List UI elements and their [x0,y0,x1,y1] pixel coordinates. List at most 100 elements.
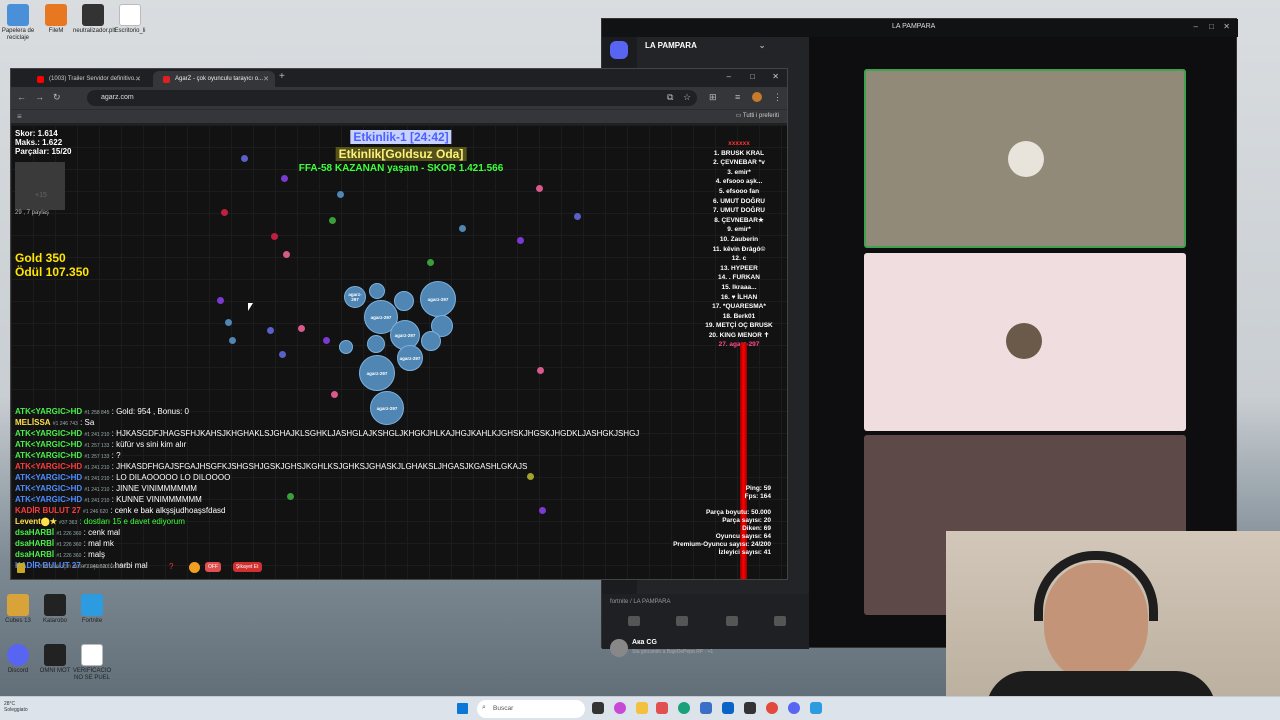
chat-message: ATK<YARGIC>HD #1 258 845 : Gold: 954 , B… [15,407,735,418]
app-icon-3[interactable] [744,702,756,714]
desktop-icon-escritorio[interactable]: Escritorio_li [110,4,150,35]
chat-sender[interactable]: KADİR BULUT 27 [15,506,81,515]
chat-message: ATK<YARGIC>HD #1 241 210 : HJKASGDFJHAGS… [15,429,735,440]
menu-icon[interactable]: ⋮ [773,92,782,103]
app-icon-2[interactable] [678,702,690,714]
desktop-icon-neutralizador[interactable]: neutralizador.plt [73,4,115,35]
desktop-icon-filem[interactable]: FileM [36,4,76,35]
url-field[interactable]: agarz.com [87,90,697,106]
chat-text: : JHKASDFHGAJSFGAJHSGFKJSHGSHJGSKJGHSJKG… [111,462,528,471]
pellet [241,155,248,162]
username[interactable]: Ака CG [632,639,657,646]
chrome-icon[interactable] [766,702,778,714]
chat-rank: #1 226 360 [56,542,82,548]
chat-sender[interactable]: dsaHARBİ [15,550,54,559]
chat-message: dsaHARBİ #1 226 360 : cenk mal [15,528,735,539]
game-canvas[interactable]: Skor: 1.614 Maks.: 1.622 Parçalar: 15/20… [11,125,787,579]
desktop-icon-omni[interactable]: OMNI MOT [35,644,75,675]
desktop-icon-fortnite[interactable]: Fortnite [72,594,112,625]
avatar[interactable] [610,639,628,657]
chat-sender[interactable]: ATK<YARGIC>HD [15,495,82,504]
activity-icon[interactable] [676,616,688,626]
chat-sender[interactable]: ATK<YARGIC>HD [15,473,82,482]
file-explorer-icon[interactable] [636,702,648,714]
taskbar: 28°C Soleggiato ⌕ Buscar [0,696,1280,720]
taskbar-search[interactable]: ⌕ Buscar [477,700,585,718]
chat-sender[interactable]: dsaHARBİ [15,528,54,537]
minimize-icon[interactable]: – [1194,22,1198,31]
extensions-icon[interactable]: ⊞ [709,92,717,103]
desktop-icon-recycle-bin[interactable]: Papelera de reciclaje [0,4,38,42]
chevron-down-icon[interactable]: ⌄ [759,41,766,50]
server-stat: Diken: 69 [742,525,771,532]
close-icon[interactable]: ✕ [135,75,141,83]
server-stats: Ping: 59 Fps: 164 Parça boyutu: 50.000 Parç… [673,485,771,557]
reload-icon[interactable]: ↻ [53,92,61,103]
copilot-icon[interactable] [614,702,626,714]
video-tile-1[interactable] [864,69,1186,248]
chat-sender[interactable]: Levent⬤★ [15,517,57,526]
leaderboard-entry: 13. HYPEER [720,264,758,272]
desktop-icon-kalarobo[interactable]: Kalarobo [35,594,75,625]
media-icon[interactable]: ≡ [735,92,740,102]
pellet [337,191,344,198]
tab-youtube[interactable]: (1003) Trailer Servidor definitivo... ✕ [27,71,147,87]
chat-log: ATK<YARGIC>HD #1 258 845 : Gold: 954 , B… [15,407,735,572]
windows-start-icon[interactable] [457,703,468,714]
chat-sender[interactable]: dsaHARBİ [15,539,54,548]
event-room-banner: Etkinlik[Goldsuz Oda] [335,147,467,161]
outlook-icon[interactable] [722,702,734,714]
chat-sender[interactable]: ATK<YARGIC>HD [15,484,82,493]
tab-agarz[interactable]: AgarZ - çok oyunculu tarayıcı o... ✕ [153,71,275,87]
chat-sender[interactable]: MELİSSA [15,418,51,427]
chat-text: : Gold: 954 , Bonus: 0 [111,407,190,416]
translate-icon[interactable]: ⧉ [667,92,673,103]
minimize-button[interactable]: – [727,72,731,81]
forward-icon[interactable]: → [35,92,44,102]
chat-sender[interactable]: ATK<YARGIC>HD [15,440,82,449]
discord-window-title: LA PAMPARA [892,23,936,30]
chat-input[interactable]: Yazmak için enter tuşuna basınız [39,564,127,570]
bookmark-star-icon[interactable]: ☆ [683,92,691,103]
chat-sender[interactable]: ATK<YARGIC>HD [15,462,82,471]
store-icon[interactable] [700,702,712,714]
chat-message: dsaHARBİ #1 226 360 : mal mk [15,539,735,550]
chat-sender[interactable]: ATK<YARGIC>HD [15,451,82,460]
sidebar-menu-icon[interactable]: ≡ [17,112,22,121]
back-icon[interactable]: ← [17,92,26,102]
profile-icon[interactable] [752,92,762,102]
help-icon[interactable]: ? [169,562,173,571]
chat-sender[interactable]: ATK<YARGIC>HD [15,407,82,416]
avatar [1008,141,1044,177]
close-icon[interactable]: ✕ [1223,22,1230,31]
emoji-icon[interactable] [189,562,200,573]
search-icon: ⌕ [482,704,486,711]
trash-icon[interactable] [17,563,25,573]
new-tab-button[interactable]: + [279,71,285,82]
app-icon-4[interactable] [810,702,822,714]
desktop-icon-cubes[interactable]: Cubes 13 [0,594,38,625]
chat-toggle[interactable]: OFF [205,562,221,572]
parts-label: Parçalar: 15/20 [15,147,72,156]
desktop-icon-verificacion[interactable]: VERIFICACIO NO SE PUEL [72,644,112,682]
bookmarks-folder[interactable]: ▭ Tutti i preferiti [736,112,779,119]
discord-taskbar-icon[interactable] [788,702,800,714]
agarz-icon [163,76,170,83]
camera-icon[interactable] [726,616,738,626]
soundboard-icon[interactable] [774,616,786,626]
maximize-icon[interactable]: □ [1209,22,1214,31]
close-button[interactable]: ✕ [772,72,779,81]
maximize-button[interactable]: □ [750,72,755,81]
server-name[interactable]: LA PAMPARA ⌄ [645,41,766,50]
app-icon[interactable] [656,702,668,714]
task-view-icon[interactable] [592,702,604,714]
desktop-icon-discord[interactable]: Discord [0,644,38,675]
weather-widget[interactable]: 28°C Soleggiato [4,701,28,713]
report-button[interactable]: Şikayet Et [233,562,262,572]
close-icon[interactable]: ✕ [263,75,269,83]
video-tile-2[interactable] [864,253,1186,431]
leaderboard-entry: 5. efsooo fan [718,187,760,195]
discord-home-icon[interactable] [610,41,628,59]
screen-share-icon[interactable] [628,616,640,626]
chat-sender[interactable]: ATK<YARGIC>HD [15,429,82,438]
